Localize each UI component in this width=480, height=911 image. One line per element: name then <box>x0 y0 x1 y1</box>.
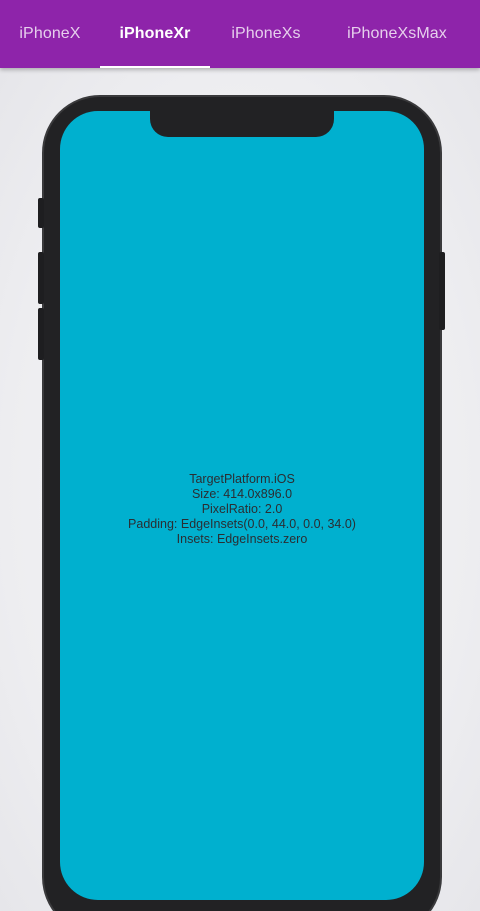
tab-iphonex[interactable]: iPhoneX <box>0 0 100 68</box>
tab-indicator <box>100 66 210 68</box>
device-info: TargetPlatform.iOS Size: 414.0x896.0 Pix… <box>60 472 424 547</box>
volume-up-button <box>38 252 44 304</box>
mute-switch <box>38 198 44 228</box>
platform-text: TargetPlatform.iOS <box>189 472 295 486</box>
device-notch <box>150 109 334 137</box>
pixel-ratio-text: PixelRatio: 2.0 <box>201 502 283 516</box>
tab-label: iPhoneX <box>19 25 81 42</box>
tab-bar: iPhoneX iPhoneXr iPhoneXs iPhoneXsMax <box>0 0 480 68</box>
volume-down-button <box>38 308 44 360</box>
tab-label: iPhoneXr <box>119 25 191 42</box>
insets-text: Insets: EdgeInsets.zero <box>176 532 308 546</box>
tab-iphonexs[interactable]: iPhoneXs <box>210 0 322 68</box>
power-button <box>439 252 445 330</box>
size-text: Size: 414.0x896.0 <box>191 487 293 501</box>
tab-label: iPhoneXsMax <box>347 25 447 42</box>
tab-label: iPhoneXs <box>231 25 301 42</box>
padding-text: Padding: EdgeInsets(0.0, 44.0, 0.0, 34.0… <box>128 517 356 531</box>
tab-iphonexr[interactable]: iPhoneXr <box>100 0 210 68</box>
tab-iphonexsmax[interactable]: iPhoneXsMax <box>322 0 472 68</box>
